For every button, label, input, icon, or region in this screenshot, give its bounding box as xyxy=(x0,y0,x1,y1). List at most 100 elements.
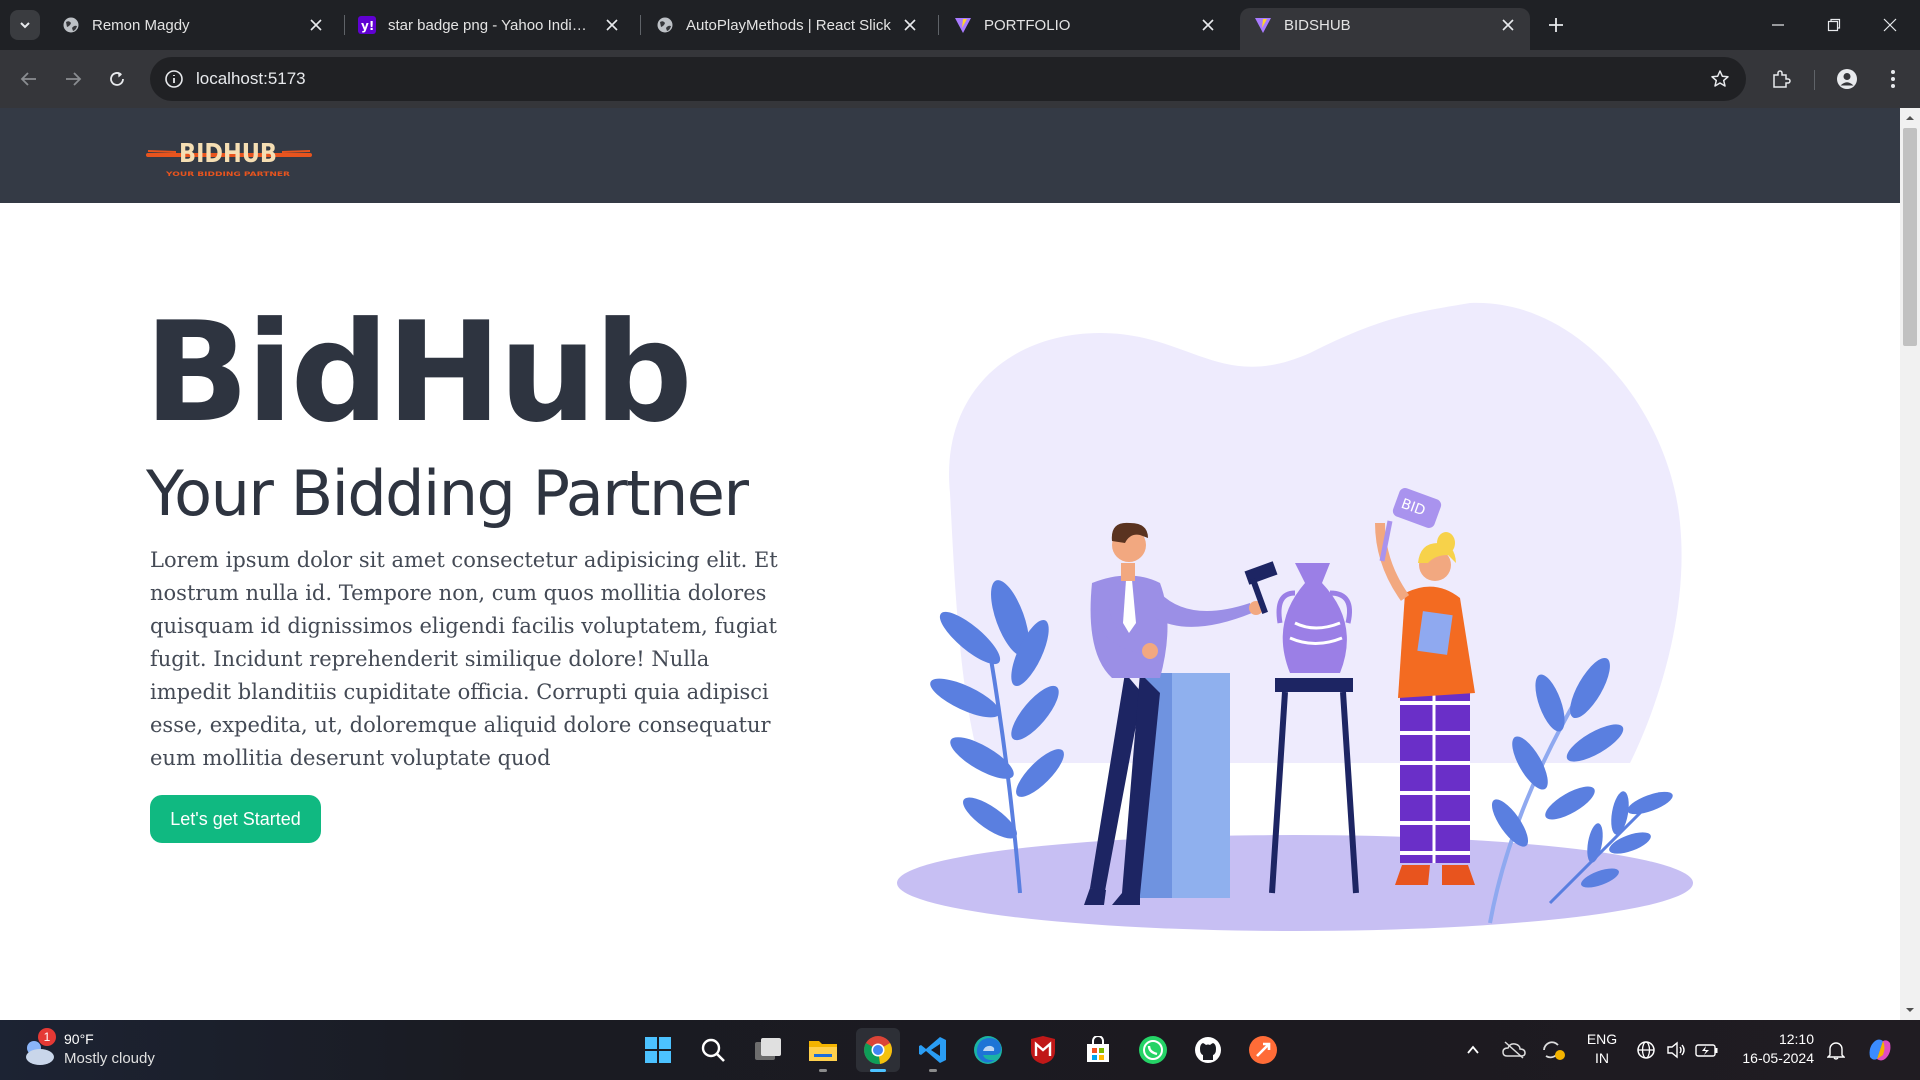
network-tray-icon[interactable] xyxy=(1634,1028,1658,1072)
task-view-icon xyxy=(755,1038,781,1060)
site-info-icon[interactable] xyxy=(162,67,186,91)
close-window-button[interactable] xyxy=(1862,0,1918,50)
forward-button[interactable] xyxy=(58,64,88,94)
svg-text:BIDHUB: BIDHUB xyxy=(179,139,277,169)
language-indicator[interactable]: ENG IN xyxy=(1582,1030,1622,1068)
copilot-button[interactable] xyxy=(1862,1028,1898,1072)
close-icon[interactable] xyxy=(1198,15,1218,35)
windows-start-icon xyxy=(645,1037,671,1063)
weather-description: Mostly cloudy xyxy=(64,1050,155,1067)
site-navbar: BIDHUB YOUR BIDDING PARTNER xyxy=(0,108,1900,203)
clock-time: 12:10 xyxy=(1778,1031,1814,1047)
close-icon[interactable] xyxy=(900,15,920,35)
mcafee-icon xyxy=(1031,1036,1055,1064)
svg-text:YOUR BIDDING PARTNER: YOUR BIDDING PARTNER xyxy=(164,171,290,178)
browser-menu-button[interactable] xyxy=(1878,64,1908,94)
onedrive-tray-icon[interactable] xyxy=(1500,1028,1528,1072)
task-view-button[interactable] xyxy=(746,1028,790,1072)
battery-charging-icon xyxy=(1695,1044,1718,1057)
hero-subtitle: Your Bidding Partner xyxy=(146,457,749,530)
url-text[interactable]: localhost:5173 xyxy=(196,69,306,89)
tab-yahoo-search[interactable]: y! star badge png - Yahoo India Im xyxy=(344,8,634,42)
tab-title: PORTFOLIO xyxy=(984,16,1071,34)
tab-title: AutoPlayMethods | React Slick xyxy=(686,16,891,34)
bidhub-logo[interactable]: BIDHUB YOUR BIDDING PARTNER xyxy=(146,132,312,180)
arrow-left-icon xyxy=(20,72,36,86)
profile-icon xyxy=(1837,69,1857,89)
plus-icon xyxy=(1549,18,1563,32)
sync-warning-icon xyxy=(1543,1041,1565,1060)
globe-icon xyxy=(656,16,674,34)
running-indicator xyxy=(819,1069,827,1072)
copilot-icon xyxy=(1869,1039,1891,1061)
minimize-button[interactable] xyxy=(1750,0,1806,50)
close-icon[interactable] xyxy=(1498,15,1518,35)
weather-widget[interactable]: 1 90°F Mostly cloudy xyxy=(20,1028,180,1072)
tab-remon-magdy[interactable]: Remon Magdy xyxy=(48,8,338,42)
chevron-up-icon xyxy=(1467,1045,1479,1054)
vite-icon xyxy=(1254,16,1272,34)
address-bar[interactable]: localhost:5173 xyxy=(150,57,1746,101)
postman-icon xyxy=(1249,1036,1277,1064)
tab-bidshub[interactable]: BIDSHUB xyxy=(1240,8,1530,50)
cloud-offline-icon xyxy=(1502,1041,1526,1059)
edge-taskbar-button[interactable] xyxy=(966,1028,1010,1072)
toolbar-divider xyxy=(1814,70,1815,90)
file-explorer-button[interactable] xyxy=(801,1028,845,1072)
hero-description: Lorem ipsum dolor sit amet consectetur a… xyxy=(150,548,778,770)
running-indicator xyxy=(929,1069,937,1072)
github-icon xyxy=(1195,1037,1221,1063)
start-button[interactable] xyxy=(636,1028,680,1072)
whatsapp-icon xyxy=(1139,1036,1167,1064)
restore-button[interactable] xyxy=(1806,0,1862,50)
tab-search-button[interactable] xyxy=(10,10,40,40)
page-viewport: BIDHUB YOUR BIDDING PARTNER BidHub Your … xyxy=(0,108,1900,1020)
new-tab-button[interactable] xyxy=(1543,12,1569,38)
yahoo-icon: y! xyxy=(358,16,376,34)
weather-temperature: 90°F xyxy=(64,1031,94,1047)
close-icon[interactable] xyxy=(306,15,326,35)
scroll-down-arrow-icon[interactable] xyxy=(1904,1004,1916,1016)
mcafee-taskbar-button[interactable] xyxy=(1021,1028,1065,1072)
volume-tray-icon[interactable] xyxy=(1664,1028,1688,1072)
notifications-button[interactable] xyxy=(1824,1028,1848,1072)
close-icon[interactable] xyxy=(602,15,622,35)
battery-tray-icon[interactable] xyxy=(1694,1028,1720,1072)
language-region: IN xyxy=(1595,1050,1609,1066)
puzzle-icon xyxy=(1773,70,1791,88)
whatsapp-taskbar-button[interactable] xyxy=(1131,1028,1175,1072)
page-scrollbar[interactable] xyxy=(1900,108,1920,1020)
github-desktop-button[interactable] xyxy=(1186,1028,1230,1072)
scroll-up-arrow-icon[interactable] xyxy=(1904,112,1916,124)
scrollbar-thumb[interactable] xyxy=(1903,128,1917,346)
back-button[interactable] xyxy=(14,64,44,94)
taskbar-search-button[interactable] xyxy=(691,1028,735,1072)
extensions-button[interactable] xyxy=(1766,64,1796,94)
chrome-taskbar-button[interactable] xyxy=(856,1028,900,1072)
arrow-right-icon xyxy=(66,72,82,86)
hero-title: BidHub xyxy=(144,292,693,453)
tab-divider xyxy=(938,15,939,35)
tab-title: star badge png - Yahoo India Im xyxy=(388,16,594,34)
globe-icon xyxy=(62,16,80,34)
search-icon xyxy=(701,1038,725,1062)
reload-icon xyxy=(110,72,124,86)
chrome-icon xyxy=(864,1036,892,1065)
tab-divider xyxy=(640,15,641,35)
show-hidden-icons-button[interactable] xyxy=(1460,1028,1486,1072)
get-started-button[interactable]: Let's get Started xyxy=(150,795,321,843)
windows-taskbar: 1 90°F Mostly cloudy ENG IN 12:10 16-05-… xyxy=(0,1020,1920,1080)
profile-button[interactable] xyxy=(1832,64,1862,94)
bookmark-star-icon[interactable] xyxy=(1708,67,1732,91)
tab-react-slick[interactable]: AutoPlayMethods | React Slick xyxy=(642,8,932,42)
reload-button[interactable] xyxy=(102,64,132,94)
edge-icon xyxy=(974,1036,1002,1064)
vscode-taskbar-button[interactable] xyxy=(911,1028,955,1072)
postman-taskbar-button[interactable] xyxy=(1241,1028,1285,1072)
auction-illustration: BID xyxy=(897,302,1693,931)
sync-tray-icon[interactable] xyxy=(1538,1028,1568,1072)
restore-icon xyxy=(1827,18,1841,32)
tab-portfolio[interactable]: PORTFOLIO xyxy=(940,8,1230,42)
system-clock[interactable]: 12:10 16-05-2024 xyxy=(1730,1030,1814,1068)
microsoft-store-button[interactable] xyxy=(1076,1028,1120,1072)
